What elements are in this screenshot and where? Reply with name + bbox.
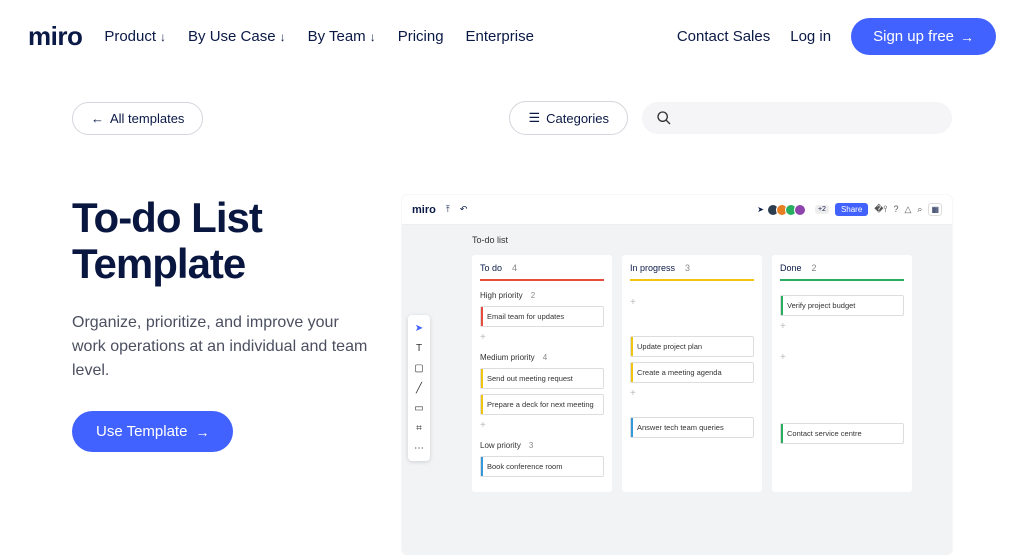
column-progress: In progress3 + Update project plan Creat… bbox=[622, 255, 762, 492]
more-tool-icon: ⋯ bbox=[412, 441, 426, 455]
section-high: High priority2 bbox=[480, 291, 604, 300]
card: Verify project budget bbox=[780, 295, 904, 316]
top-nav: miro Product↓ By Use Case↓ By Team↓ Pric… bbox=[0, 0, 1024, 73]
use-template-button[interactable]: Use Template→ bbox=[72, 411, 233, 452]
avatars bbox=[770, 204, 806, 216]
card: Update project plan bbox=[630, 336, 754, 357]
categories-button[interactable]: ☰Categories bbox=[509, 101, 628, 135]
avatar-overflow: +2 bbox=[815, 205, 829, 214]
toolbox: ➤ T ▢ ╱ ▭ ⌗ ⋯ bbox=[408, 315, 430, 461]
grid-icon: ▦ bbox=[928, 203, 942, 216]
page-title: To-do List Template bbox=[72, 195, 372, 287]
add-card: + bbox=[480, 332, 604, 343]
nav-product[interactable]: Product↓ bbox=[104, 28, 166, 45]
hero: To-do List Template Organize, prioritize… bbox=[0, 135, 1024, 555]
search-icon bbox=[656, 110, 672, 126]
card: Contact service centre bbox=[780, 423, 904, 444]
nav-enterprise[interactable]: Enterprise bbox=[466, 28, 534, 45]
column-header: To do4 bbox=[480, 261, 604, 281]
column-header: In progress3 bbox=[630, 261, 754, 281]
add-card: + bbox=[630, 388, 754, 399]
card: Send out meeting request bbox=[480, 368, 604, 389]
hero-left: To-do List Template Organize, prioritize… bbox=[72, 195, 372, 555]
signup-button[interactable]: Sign up free→ bbox=[851, 18, 996, 55]
section-low: Low priority3 bbox=[480, 441, 604, 450]
preview-logo: miro bbox=[412, 204, 436, 216]
upload-icon: ⤒ bbox=[446, 204, 450, 215]
help-icon: ? bbox=[893, 204, 898, 215]
add-card: + bbox=[780, 321, 904, 332]
all-templates-button[interactable]: ←All templates bbox=[72, 102, 203, 135]
chevron-down-icon: ↓ bbox=[160, 30, 166, 44]
nav-links: Product↓ By Use Case↓ By Team↓ Pricing E… bbox=[104, 28, 534, 45]
line-tool-icon: ╱ bbox=[412, 381, 426, 395]
sticky-tool-icon: ▢ bbox=[412, 361, 426, 375]
column-todo: To do4 High priority2 Email team for upd… bbox=[472, 255, 612, 492]
template-preview: miro ⤒ ↶ ➤ +2 Share �⫯ ? △ ⌕ bbox=[402, 195, 952, 555]
arrow-right-icon: → bbox=[195, 424, 209, 440]
chevron-down-icon: ↓ bbox=[370, 30, 376, 44]
page-subtitle: Organize, prioritize, and improve your w… bbox=[72, 311, 372, 383]
card: Book conference room bbox=[480, 456, 604, 477]
sub-bar: ←All templates ☰Categories bbox=[0, 101, 1024, 135]
avatar bbox=[794, 204, 806, 216]
nav-pricing[interactable]: Pricing bbox=[398, 28, 444, 45]
section-medium: Medium priority4 bbox=[480, 353, 604, 362]
search-icon: ⌕ bbox=[917, 204, 922, 215]
add-card: + bbox=[480, 420, 604, 431]
nav-use-case[interactable]: By Use Case↓ bbox=[188, 28, 286, 45]
search-input[interactable] bbox=[642, 102, 952, 134]
column-done: Done2 Verify project budget + + Contact … bbox=[772, 255, 912, 492]
list-icon: ☰ bbox=[528, 110, 540, 126]
share-button: Share bbox=[835, 203, 868, 216]
contact-sales-link[interactable]: Contact Sales bbox=[677, 28, 770, 45]
text-tool-icon: T bbox=[412, 341, 426, 355]
shape-tool-icon: ▭ bbox=[412, 401, 426, 415]
card: Answer tech team queries bbox=[630, 417, 754, 438]
board-title: To-do list bbox=[472, 235, 942, 245]
board: To-do list To do4 High priority2 Email t… bbox=[402, 225, 952, 555]
arrow-left-icon: ← bbox=[91, 111, 104, 126]
add-card: + bbox=[630, 297, 754, 308]
column-header: Done2 bbox=[780, 261, 904, 281]
cursor-icon: ➤ bbox=[757, 205, 764, 214]
preview-topbar: miro ⤒ ↶ ➤ +2 Share �⫯ ? △ ⌕ bbox=[402, 195, 952, 225]
nav-team[interactable]: By Team↓ bbox=[308, 28, 376, 45]
login-link[interactable]: Log in bbox=[790, 28, 831, 45]
card: Create a meeting agenda bbox=[630, 362, 754, 383]
add-card: + bbox=[780, 352, 904, 363]
frame-tool-icon: ⌗ bbox=[412, 421, 426, 435]
undo-icon: ↶ bbox=[460, 204, 468, 215]
chevron-down-icon: ↓ bbox=[280, 30, 286, 44]
cursor-tool-icon: ➤ bbox=[412, 321, 426, 335]
sliders-icon: �⫯ bbox=[874, 204, 887, 215]
bell-icon: △ bbox=[904, 204, 911, 215]
nav-right: Contact Sales Log in Sign up free→ bbox=[677, 18, 996, 55]
arrow-right-icon: → bbox=[960, 29, 974, 45]
card: Email team for updates bbox=[480, 306, 604, 327]
logo[interactable]: miro bbox=[28, 21, 82, 52]
card: Prepare a deck for next meeting bbox=[480, 394, 604, 415]
